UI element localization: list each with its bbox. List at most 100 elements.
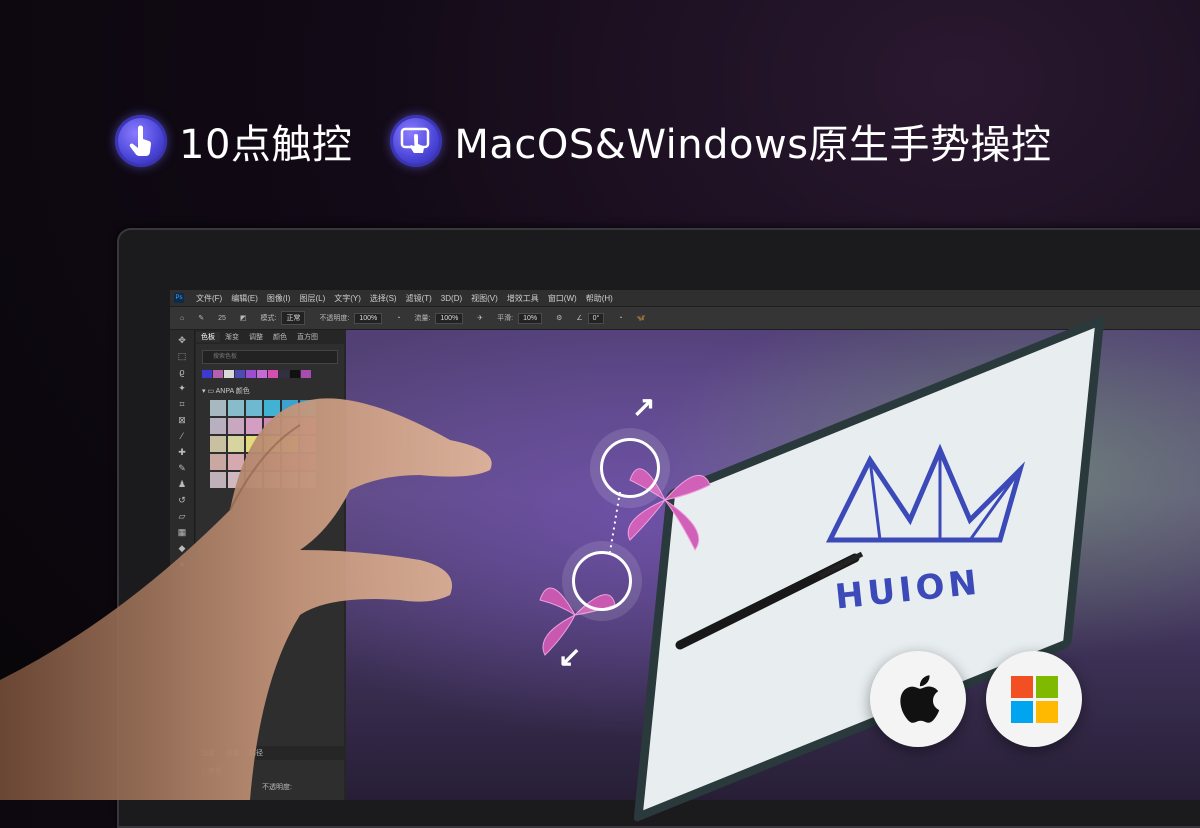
swatch-cell[interactable] bbox=[300, 472, 316, 488]
arrow-up-right-icon: ↗ bbox=[632, 391, 656, 422]
crop-tool-icon[interactable]: ⌗ bbox=[176, 398, 188, 410]
brush-size[interactable]: 25 bbox=[218, 315, 226, 322]
recent-swatch[interactable] bbox=[224, 370, 234, 378]
windows-logo-badge bbox=[986, 651, 1082, 747]
swatch-cell[interactable] bbox=[210, 454, 226, 470]
tab-gradients[interactable]: 渐变 bbox=[220, 332, 244, 342]
swatch-cell[interactable] bbox=[210, 472, 226, 488]
opacity-input[interactable]: 100% bbox=[354, 312, 383, 324]
pressure-size-icon[interactable]: ◔ bbox=[618, 315, 622, 322]
swatch-cell[interactable] bbox=[264, 418, 280, 434]
magic-wand-icon[interactable]: ✦ bbox=[176, 382, 188, 394]
tab-layers[interactable]: 图层 bbox=[196, 748, 220, 758]
swatch-group-header[interactable]: ▾ ▭ ANPA 颜色 bbox=[202, 386, 338, 396]
swatch-cell[interactable] bbox=[282, 454, 298, 470]
swatch-cell[interactable] bbox=[264, 454, 280, 470]
swatch-cell[interactable] bbox=[282, 436, 298, 452]
brush-settings-icon[interactable]: ◩ bbox=[240, 314, 247, 322]
tab-adjustments[interactable]: 调整 bbox=[244, 332, 268, 342]
gesture-screen-icon bbox=[390, 115, 443, 167]
gear-icon[interactable]: ⚙ bbox=[556, 314, 562, 322]
history-brush-icon[interactable]: ↺ bbox=[176, 494, 188, 506]
menu-window[interactable]: 窗口(W) bbox=[548, 293, 577, 304]
feature-multitouch: 10点触控 bbox=[115, 112, 352, 170]
swatch-cell[interactable] bbox=[282, 472, 298, 488]
swatch-cell[interactable] bbox=[228, 400, 244, 416]
menu-image[interactable]: 图像(I) bbox=[267, 293, 291, 304]
angle-input[interactable]: 0° bbox=[587, 312, 605, 324]
swatch-cell[interactable] bbox=[300, 454, 316, 470]
swatch-cell[interactable] bbox=[246, 436, 262, 452]
apple-logo-badge bbox=[870, 651, 966, 747]
menu-help[interactable]: 帮助(H) bbox=[586, 293, 613, 304]
recent-swatch[interactable] bbox=[202, 370, 212, 378]
swatch-cell[interactable] bbox=[210, 418, 226, 434]
layer-filter-select[interactable]: 类型 bbox=[208, 768, 222, 775]
recent-swatch[interactable] bbox=[213, 370, 223, 378]
recent-swatch[interactable] bbox=[246, 370, 256, 378]
layer-opacity-label: 不透明度: bbox=[262, 784, 292, 791]
brush-tool-icon[interactable]: ✎ bbox=[198, 314, 204, 322]
recent-swatch[interactable] bbox=[290, 370, 300, 378]
tab-histogram[interactable]: 直方图 bbox=[292, 332, 323, 342]
swatch-cell[interactable] bbox=[228, 472, 244, 488]
swatch-search-input[interactable]: 搜索色板 bbox=[202, 350, 338, 364]
swatch-cell[interactable] bbox=[246, 418, 262, 434]
frame-tool-icon[interactable]: ⊠ bbox=[176, 414, 188, 426]
stamp-tool-icon[interactable]: ♟ bbox=[176, 478, 188, 490]
move-tool-icon[interactable]: ✥ bbox=[176, 334, 188, 346]
swatch-cell[interactable] bbox=[246, 400, 262, 416]
menu-type[interactable]: 文字(Y) bbox=[334, 293, 361, 304]
menu-view[interactable]: 视图(V) bbox=[471, 293, 498, 304]
pressure-opacity-icon[interactable]: ◔ bbox=[396, 315, 400, 322]
menu-file[interactable]: 文件(F) bbox=[196, 293, 222, 304]
menu-3d[interactable]: 3D(D) bbox=[441, 294, 462, 303]
menu-plugins[interactable]: 增效工具 bbox=[507, 293, 539, 304]
swatch-cell[interactable] bbox=[210, 400, 226, 416]
tab-paths[interactable]: 路径 bbox=[244, 748, 268, 758]
recent-swatch[interactable] bbox=[257, 370, 267, 378]
marquee-tool-icon[interactable]: ⬚ bbox=[176, 350, 188, 362]
recent-swatch[interactable] bbox=[235, 370, 245, 378]
brush-icon[interactable]: ✎ bbox=[176, 462, 188, 474]
swatch-cell[interactable] bbox=[300, 418, 316, 434]
menu-filter[interactable]: 滤镜(T) bbox=[406, 293, 432, 304]
recent-swatch[interactable] bbox=[301, 370, 311, 378]
swatch-cell[interactable] bbox=[246, 472, 262, 488]
smoothing-input[interactable]: 10% bbox=[518, 312, 543, 324]
flow-input[interactable]: 100% bbox=[435, 312, 464, 324]
airbrush-icon[interactable]: ✈ bbox=[477, 314, 483, 322]
menu-layer[interactable]: 图层(L) bbox=[299, 293, 325, 304]
swatch-cell[interactable] bbox=[282, 400, 298, 416]
tab-swatches[interactable]: 色板 bbox=[196, 332, 220, 342]
angle-icon: ∠ bbox=[576, 314, 583, 322]
swatch-cell[interactable] bbox=[246, 454, 262, 470]
recent-swatch[interactable] bbox=[268, 370, 278, 378]
swatch-cell[interactable] bbox=[300, 400, 316, 416]
swatch-cell[interactable] bbox=[264, 472, 280, 488]
swatch-cell[interactable] bbox=[300, 436, 316, 452]
mode-select[interactable]: 正常 bbox=[281, 311, 306, 325]
swatch-cell[interactable] bbox=[228, 418, 244, 434]
tab-channels[interactable]: 通道 bbox=[220, 748, 244, 758]
dodge-tool-icon[interactable]: ● bbox=[176, 558, 188, 570]
swatch-cell[interactable] bbox=[228, 436, 244, 452]
swatch-cell[interactable] bbox=[228, 454, 244, 470]
home-icon[interactable]: ⌂ bbox=[180, 315, 184, 322]
swatch-cell[interactable] bbox=[282, 418, 298, 434]
menu-edit[interactable]: 编辑(E) bbox=[231, 293, 258, 304]
swatch-cell[interactable] bbox=[264, 400, 280, 416]
tab-color[interactable]: 颜色 bbox=[268, 332, 292, 342]
menu-select[interactable]: 选择(S) bbox=[370, 293, 397, 304]
symmetry-icon[interactable]: 🦋 bbox=[637, 314, 646, 322]
gradient-tool-icon[interactable]: ▦ bbox=[176, 526, 188, 538]
healing-brush-icon[interactable]: ✚ bbox=[176, 446, 188, 458]
recent-swatch[interactable] bbox=[279, 370, 289, 378]
eraser-icon[interactable]: ▱ bbox=[176, 510, 188, 522]
mode-control: 模式: 正常 bbox=[261, 311, 306, 325]
swatch-cell[interactable] bbox=[210, 436, 226, 452]
blur-tool-icon[interactable]: ◆ bbox=[176, 542, 188, 554]
eyedropper-icon[interactable]: ⁄ bbox=[176, 430, 188, 442]
swatch-cell[interactable] bbox=[264, 436, 280, 452]
lasso-tool-icon[interactable]: ϱ bbox=[176, 366, 188, 378]
